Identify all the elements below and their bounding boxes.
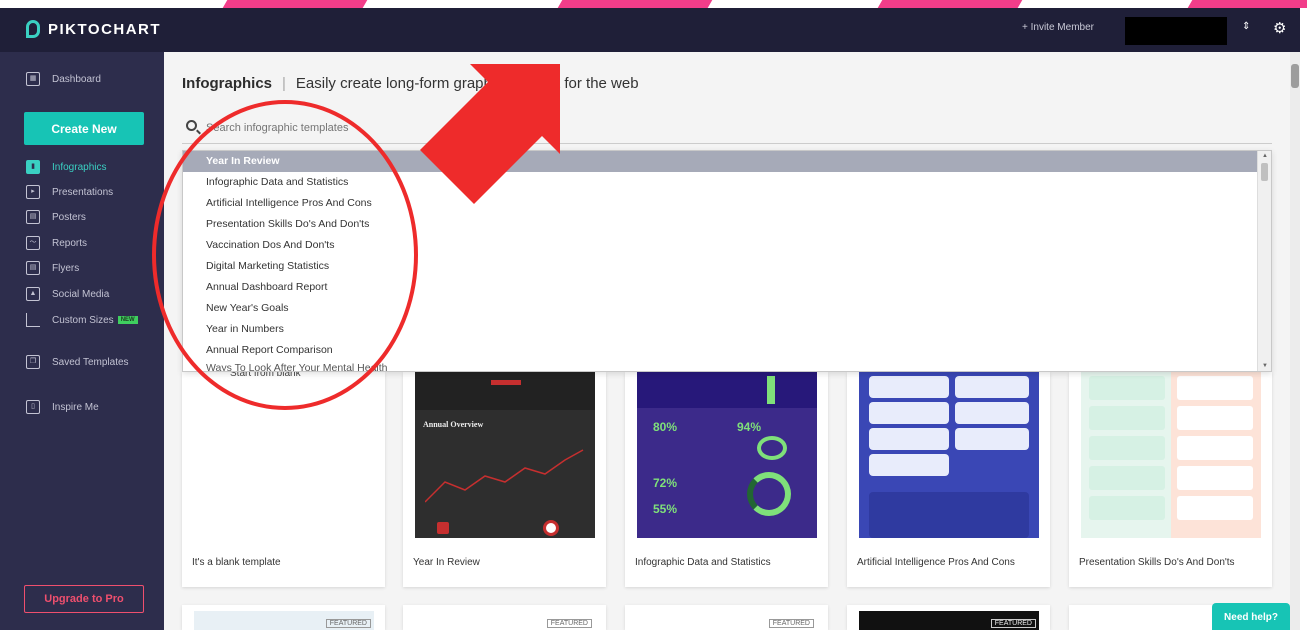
suggestion-item[interactable]: Presentation Skills Do's And Don'ts	[183, 214, 1257, 235]
featured-badge: FEATURED	[990, 619, 1036, 628]
report-chart-icon: 〜	[26, 236, 40, 250]
template-caption: Artificial Intelligence Pros And Cons	[857, 557, 1015, 568]
sidebar-item-posters[interactable]: ▤ Posters	[26, 210, 86, 224]
featured-badge: FEATURED	[768, 619, 814, 628]
template-caption: It's a blank template	[192, 557, 281, 568]
page-scrollbar-thumb[interactable]	[1291, 64, 1299, 88]
template-card-row2[interactable]: FEATURED	[182, 605, 385, 630]
sidebar-item-social-media[interactable]: ▲ Social Media	[26, 287, 109, 301]
thumbnail-stat: 72%	[653, 476, 678, 490]
scroll-up-icon[interactable]: ▲	[1262, 153, 1268, 159]
screen: PIKTOCHART + Invite Member ⇕ ⚙ ▦ Dashboar…	[0, 0, 1307, 630]
page-title: Infographics	[182, 75, 273, 92]
template-thumbnail	[859, 372, 1039, 538]
suggestion-item[interactable]: New Year's Goals	[183, 298, 1257, 319]
ring-graphic-icon	[747, 472, 791, 516]
inspire-icon: ▯	[26, 400, 40, 414]
scroll-down-icon[interactable]: ▼	[1262, 363, 1268, 369]
sidebar-item-saved-templates[interactable]: ❐ Saved Templates	[26, 355, 129, 369]
account-switch-icon[interactable]: ⇕	[1242, 21, 1250, 32]
presentation-icon: ▸	[26, 185, 40, 199]
template-thumbnail	[1081, 372, 1261, 538]
page-heading: Infographics | Easily create long-form g…	[182, 75, 639, 92]
sidebar: ▦ Dashboard Create New ▮ Infographics ▸ Pre…	[0, 52, 164, 630]
redacted-account-box[interactable]	[1125, 17, 1227, 45]
template-thumbnail: Annual Overview	[415, 372, 595, 538]
template-search	[182, 112, 1272, 144]
need-help-button[interactable]: Need help?	[1212, 603, 1290, 630]
suggestion-item[interactable]: Infographic Data and Statistics	[183, 172, 1257, 193]
top-decoration	[0, 0, 1307, 8]
suggestion-item[interactable]: Year in Numbers	[183, 319, 1257, 340]
sidebar-item-custom-sizes[interactable]: Custom Sizes NEW	[26, 313, 138, 327]
thumbnail-heading: Annual Overview	[423, 420, 484, 429]
template-caption: Year In Review	[413, 557, 480, 568]
saved-templates-icon: ❐	[26, 355, 40, 369]
template-card-infographic-data[interactable]: 80% 94% 72% 55% Infographic Data and Sta…	[625, 372, 828, 587]
template-card-row2[interactable]: FEATURED	[847, 605, 1050, 630]
suggestion-item[interactable]: Annual Dashboard Report	[183, 277, 1257, 298]
page-scrollbar[interactable]	[1290, 52, 1300, 630]
template-card-row2[interactable]: FEATURED	[625, 605, 828, 630]
template-card-blank[interactable]: Start from blank It's a blank template	[182, 368, 385, 587]
sidebar-item-flyers[interactable]: ▤ Flyers	[26, 261, 79, 275]
thumbnail-stat: 80%	[653, 420, 678, 434]
suggestion-item[interactable]: Vaccination Dos And Don'ts	[183, 235, 1257, 256]
template-caption: Presentation Skills Do's And Don'ts	[1079, 557, 1235, 568]
sidebar-item-infographics[interactable]: ▮ Infographics	[26, 160, 106, 174]
thumbnail-line-chart	[425, 449, 584, 503]
suggestion-item[interactable]: Artificial Intelligence Pros And Cons	[183, 193, 1257, 214]
search-icon	[186, 120, 197, 131]
sidebar-item-presentations[interactable]: ▸ Presentations	[26, 185, 113, 199]
featured-badge: FEATURED	[325, 619, 371, 628]
suggestion-item[interactable]: Annual Report Comparison	[183, 340, 1257, 361]
template-card-row2[interactable]: FEATURED	[403, 605, 606, 630]
sidebar-item-inspire-me[interactable]: ▯ Inspire Me	[26, 400, 99, 414]
invite-member-button[interactable]: + Invite Member	[1022, 22, 1094, 33]
suggestion-list: Year In Review Infographic Data and Stat…	[183, 151, 1257, 371]
page-subtitle: Easily create long-form graphics perfect…	[295, 75, 639, 92]
thumbnail-stat: 94%	[737, 420, 762, 434]
template-thumbnail	[194, 372, 374, 538]
app-logo[interactable]: PIKTOCHART	[26, 20, 161, 38]
settings-gear-icon[interactable]: ⚙	[1273, 19, 1286, 37]
template-card-presentation-skills[interactable]: Presentation Skills Do's And Don'ts	[1069, 372, 1272, 587]
search-suggestions-dropdown: Year In Review Infographic Data and Stat…	[182, 150, 1272, 372]
new-badge: NEW	[117, 316, 138, 324]
template-thumbnail: 80% 94% 72% 55%	[637, 372, 817, 538]
suggestion-item[interactable]: Year In Review	[183, 151, 1257, 172]
heading-separator: |	[282, 75, 286, 92]
create-new-button[interactable]: Create New	[24, 112, 144, 145]
top-bar: PIKTOCHART + Invite Member ⇕ ⚙	[0, 8, 1300, 52]
logo-icon	[26, 20, 40, 38]
infographics-icon: ▮	[26, 160, 40, 174]
featured-badge: FEATURED	[546, 619, 592, 628]
flyer-icon: ▤	[26, 261, 40, 275]
dashboard-icon: ▦	[26, 72, 40, 86]
suggestion-item[interactable]: Ways To Look After Your Mental Health	[183, 361, 1257, 371]
upgrade-to-pro-button[interactable]: Upgrade to Pro	[24, 585, 144, 613]
suggestion-item[interactable]: Digital Marketing Statistics	[183, 256, 1257, 277]
dropdown-scrollbar[interactable]: ▲ ▼	[1257, 151, 1271, 371]
poster-icon: ▤	[26, 210, 40, 224]
template-caption: Infographic Data and Statistics	[635, 557, 771, 568]
thumbnail-stat: 55%	[653, 502, 678, 516]
social-media-icon: ▲	[26, 287, 40, 301]
eye-graphic-icon	[757, 436, 787, 460]
sidebar-item-dashboard[interactable]: ▦ Dashboard	[26, 72, 101, 86]
search-input[interactable]	[206, 117, 1106, 139]
template-card-year-in-review[interactable]: Annual Overview Year In Review	[403, 372, 606, 587]
custom-size-icon	[26, 313, 40, 327]
sidebar-item-reports[interactable]: 〜 Reports	[26, 236, 87, 250]
thumbnail-footer-card	[869, 492, 1029, 538]
dropdown-scrollbar-thumb[interactable]	[1261, 163, 1268, 181]
template-card-ai-pros-cons[interactable]: Artificial Intelligence Pros And Cons	[847, 372, 1050, 587]
